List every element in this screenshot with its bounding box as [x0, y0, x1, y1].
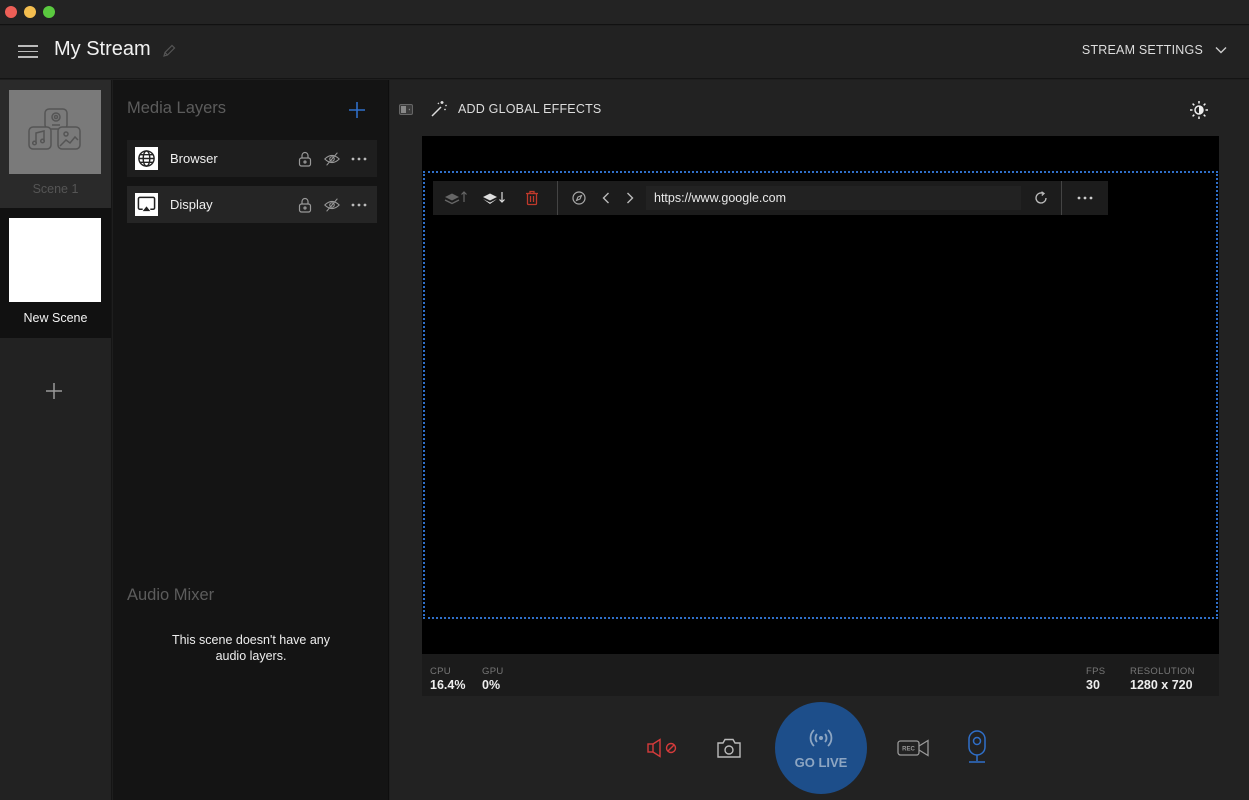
toggle-sidebar-icon[interactable] [399, 104, 413, 115]
broadcast-icon [809, 728, 833, 747]
back-button[interactable] [594, 181, 618, 215]
cpu-value: 16.4% [430, 678, 466, 692]
stream-settings-label: STREAM SETTINGS [1081, 43, 1203, 57]
audio-empty-line2: audio layers. [215, 649, 287, 663]
visibility-hidden-icon[interactable] [323, 196, 341, 214]
scene-label: Scene 1 [32, 182, 79, 196]
chevron-down-icon [1215, 47, 1227, 54]
speaker-muted-icon [647, 738, 677, 758]
lock-icon[interactable] [296, 196, 314, 214]
fps-value: 30 [1086, 678, 1100, 692]
scene-item[interactable]: New Scene [0, 208, 111, 338]
layer-toolbar: https://www.google.com [433, 181, 1108, 215]
window-close-button[interactable] [5, 6, 17, 18]
record-video-icon: REC [897, 739, 929, 757]
forward-button[interactable] [618, 181, 642, 215]
add-global-effects-button[interactable]: ADD GLOBAL EFFECTS [430, 100, 601, 118]
window-minimize-button[interactable] [24, 6, 36, 18]
stream-title: My Stream [54, 38, 151, 60]
audio-empty-line1: This scene doesn't have any [171, 633, 331, 647]
move-layer-up-button[interactable] [437, 181, 475, 215]
scene-thumbnail [9, 90, 101, 174]
media-placeholder-icon [28, 108, 81, 150]
cpu-stat: CPU 16.4% [430, 666, 465, 692]
webcam-icon [968, 730, 986, 763]
go-live-label: GO LIVE [794, 754, 848, 770]
performance-stats-bar: CPU 16.4% GPU 0% FPS 30 RESOLUTION 1280 … [422, 654, 1219, 696]
hamburger-icon[interactable] [18, 45, 38, 59]
audio-empty-message: This scene doesn't have any audio layers… [113, 632, 389, 664]
toolbar-divider [557, 181, 558, 215]
scene-thumbnail [9, 218, 101, 302]
audio-mixer-title: Audio Mixer [127, 586, 215, 604]
webcam-button[interactable] [964, 728, 990, 766]
fps-stat: FPS 30 [1086, 666, 1105, 692]
cpu-label: CPU [430, 666, 451, 677]
add-scene-button[interactable] [44, 381, 64, 401]
window-titlebar [0, 0, 1249, 25]
visibility-hidden-icon[interactable] [323, 150, 341, 168]
gpu-label: GPU [482, 666, 504, 677]
go-live-button[interactable]: GO LIVE [775, 702, 867, 794]
delete-layer-button[interactable] [513, 181, 551, 215]
resolution-value: 1280 x 720 [1130, 678, 1193, 692]
rec-label: REC [902, 747, 915, 753]
layer-name: Browser [170, 151, 218, 166]
media-layers-title: Media Layers [127, 99, 227, 117]
stream-preview-canvas[interactable]: https://www.google.com [422, 136, 1219, 654]
layer-row[interactable]: Display [127, 186, 377, 223]
pencil-icon[interactable] [161, 43, 177, 59]
layer-row[interactable]: Browser [127, 140, 377, 177]
more-options-icon[interactable] [350, 196, 368, 214]
scene-item[interactable]: Scene 1 [0, 80, 111, 208]
layer-selection-outline[interactable]: https://www.google.com [423, 171, 1218, 619]
record-button[interactable]: REC [895, 732, 933, 764]
add-layer-button[interactable] [348, 101, 366, 119]
stream-controls: GO LIVE REC [390, 700, 1249, 800]
more-options-icon[interactable] [350, 150, 368, 168]
mute-audio-button[interactable] [646, 732, 682, 764]
main-stage-area: ADD GLOBAL EFFECTS https://www.google.co… [390, 80, 1249, 800]
compass-icon[interactable] [564, 181, 594, 215]
scene-label: New Scene [23, 311, 88, 325]
fps-label: FPS [1086, 666, 1106, 677]
snapshot-button[interactable] [712, 732, 746, 764]
move-layer-down-button[interactable] [475, 181, 513, 215]
window-maximize-button[interactable] [43, 6, 55, 18]
magic-wand-icon [431, 101, 448, 117]
resolution-label: RESOLUTION [1130, 666, 1195, 677]
gpu-value: 0% [482, 678, 501, 692]
media-layers-panel: Media Layers Browser Display Audio Mixer… [113, 80, 389, 800]
reload-button[interactable] [1021, 181, 1061, 215]
url-input[interactable]: https://www.google.com [646, 186, 1021, 210]
gpu-stat: GPU 0% [482, 666, 504, 692]
more-options-icon[interactable] [1062, 181, 1108, 215]
scenes-sidebar: Scene 1 New Scene [0, 80, 112, 800]
resolution-stat: RESOLUTION 1280 x 720 [1130, 666, 1195, 692]
add-global-effects-label: ADD GLOBAL EFFECTS [458, 102, 602, 116]
globe-icon [135, 147, 158, 170]
layer-name: Display [170, 197, 213, 212]
camera-icon [717, 738, 741, 758]
brightness-icon[interactable] [1189, 100, 1209, 120]
airplay-display-icon [135, 193, 158, 216]
stream-settings-button[interactable]: STREAM SETTINGS [1082, 43, 1227, 57]
lock-icon[interactable] [296, 150, 314, 168]
app-header: My Stream STREAM SETTINGS [0, 26, 1249, 79]
